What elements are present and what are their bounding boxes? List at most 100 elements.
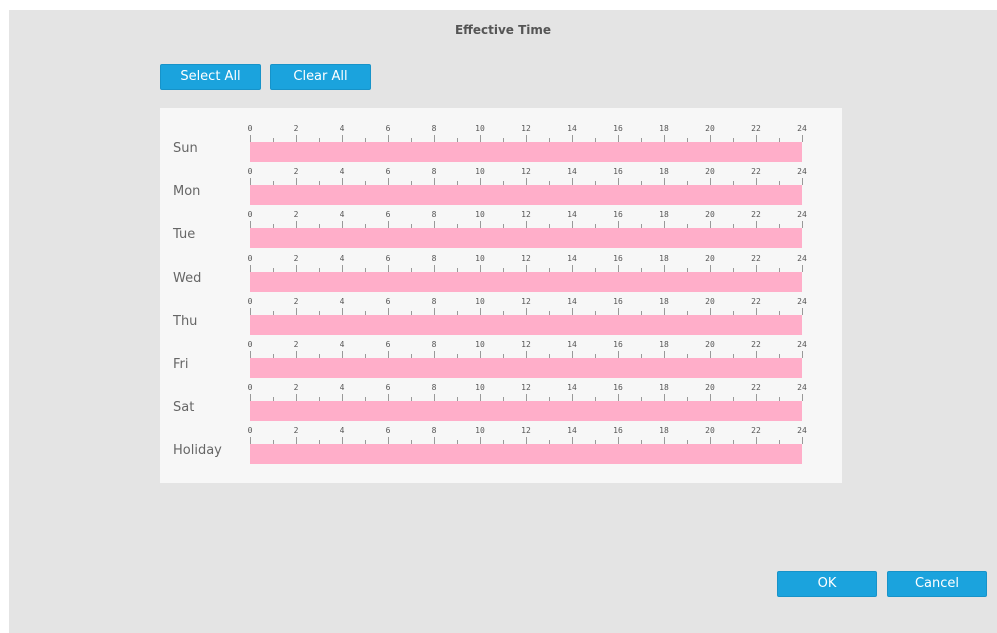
hour-tick-label: 24 [797,167,807,177]
hour-tick [296,394,297,402]
hour-tick [618,264,619,272]
hour-tick [572,307,573,315]
hour-tick [526,307,527,315]
hour-tick-label: 16 [613,124,623,133]
clear-all-button[interactable]: Clear All [270,64,371,90]
hour-tick [802,394,803,402]
schedule-grid: Sun 0 2 4 6 8 10 12 14 16 18 20 22 24 Mon 0 2 4 6 8 10 12 14 16… [160,108,842,483]
hour-tick [526,264,527,272]
hour-tick-label: 2 [293,253,299,263]
hour-tick [296,178,297,186]
ok-button[interactable]: OK [777,571,877,597]
hour-tick-label: 10 [475,124,485,133]
hour-tick [756,178,757,186]
select-all-button[interactable]: Select All [160,64,261,90]
hour-tick-label: 2 [293,340,299,349]
hour-tick-label: 20 [705,383,715,393]
hour-tick-label: 22 [751,167,761,177]
hour-tick [802,221,803,229]
hour-tick [756,437,757,445]
hour-tick-label: 10 [475,253,485,263]
hour-tick-label: 18 [659,210,669,220]
hour-tick-label: 6 [385,210,391,220]
hour-tick [296,351,297,358]
time-range-bar[interactable] [250,444,802,465]
hour-tick-label: 12 [521,253,531,263]
hour-tick-label: 4 [339,253,345,263]
schedule-row-sat: Sat 0 2 4 6 8 10 12 14 16 18 20 22 24 [160,367,842,422]
hour-tick [388,178,389,186]
hour-tick-label: 14 [567,167,577,177]
hour-tick [664,221,665,229]
hour-tick-label: 12 [521,383,531,393]
hour-tick-label: 8 [431,167,437,177]
hour-tick-label: 18 [659,296,669,306]
cancel-button[interactable]: Cancel [887,571,987,597]
hour-tick-label: 10 [475,296,485,306]
hour-tick [756,351,757,358]
hour-tick-label: 24 [797,296,807,306]
hour-tick [572,394,573,402]
hour-tick [296,135,297,142]
hour-tick-label: 2 [293,426,299,436]
hour-tick-label: 12 [521,124,531,133]
hour-tick-label: 16 [613,383,623,393]
hour-tick [802,178,803,186]
hour-tick [388,394,389,402]
hour-tick [710,221,711,229]
hour-tick-label: 10 [475,426,485,436]
dialog-title: Effective Time [454,23,552,37]
hour-tick-label: 6 [385,383,391,393]
hour-tick [710,264,711,272]
hour-tick-label: 8 [431,253,437,263]
hour-tick-label: 2 [293,210,299,220]
hour-tick [526,221,527,229]
hour-tick [618,178,619,186]
hour-tick [618,394,619,402]
hour-tick [250,437,251,445]
hour-tick [572,178,573,186]
hour-tick [526,394,527,402]
day-label: Holiday [173,443,222,459]
hour-tick [434,135,435,142]
hour-tick [480,178,481,186]
effective-time-dialog: Effective Time Select All Clear All Sun 0… [9,10,997,633]
hour-tick-label: 8 [431,383,437,393]
hour-tick-label: 24 [797,383,807,393]
hour-tick-label: 14 [567,210,577,220]
hour-tick [664,437,665,445]
hour-tick [618,351,619,358]
hour-tick-label: 2 [293,124,299,133]
hour-tick [250,264,251,272]
hour-tick [756,394,757,402]
hour-tick [342,394,343,402]
hour-tick [710,135,711,142]
hour-tick [572,264,573,272]
hour-tick-label: 0 [247,253,253,263]
hour-tick-label: 0 [247,383,253,393]
hour-tick [756,264,757,272]
hour-tick-label: 16 [613,167,623,177]
hour-tick [526,351,527,358]
hour-tick [664,307,665,315]
schedule-row-fri: Fri 0 2 4 6 8 10 12 14 16 18 20 22 24 [160,324,842,378]
schedule-row-thu: Thu 0 2 4 6 8 10 12 14 16 18 20 22 24 [160,281,842,335]
hour-tick [434,351,435,358]
hour-tick-label: 18 [659,426,669,436]
hour-tick [388,221,389,229]
hour-tick-label: 2 [293,167,299,177]
hour-tick [250,178,251,186]
hour-tick-label: 2 [293,296,299,306]
hour-tick [664,351,665,358]
hour-tick-label: 4 [339,340,345,349]
hour-tick [664,264,665,272]
hour-tick [802,307,803,315]
hour-tick [664,135,665,142]
hour-tick-label: 22 [751,426,761,436]
hour-tick [802,135,803,142]
hour-tick-label: 14 [567,296,577,306]
hour-tick-label: 22 [751,296,761,306]
hour-tick [756,307,757,315]
hour-tick-label: 24 [797,210,807,220]
hour-tick-label: 0 [247,124,253,133]
